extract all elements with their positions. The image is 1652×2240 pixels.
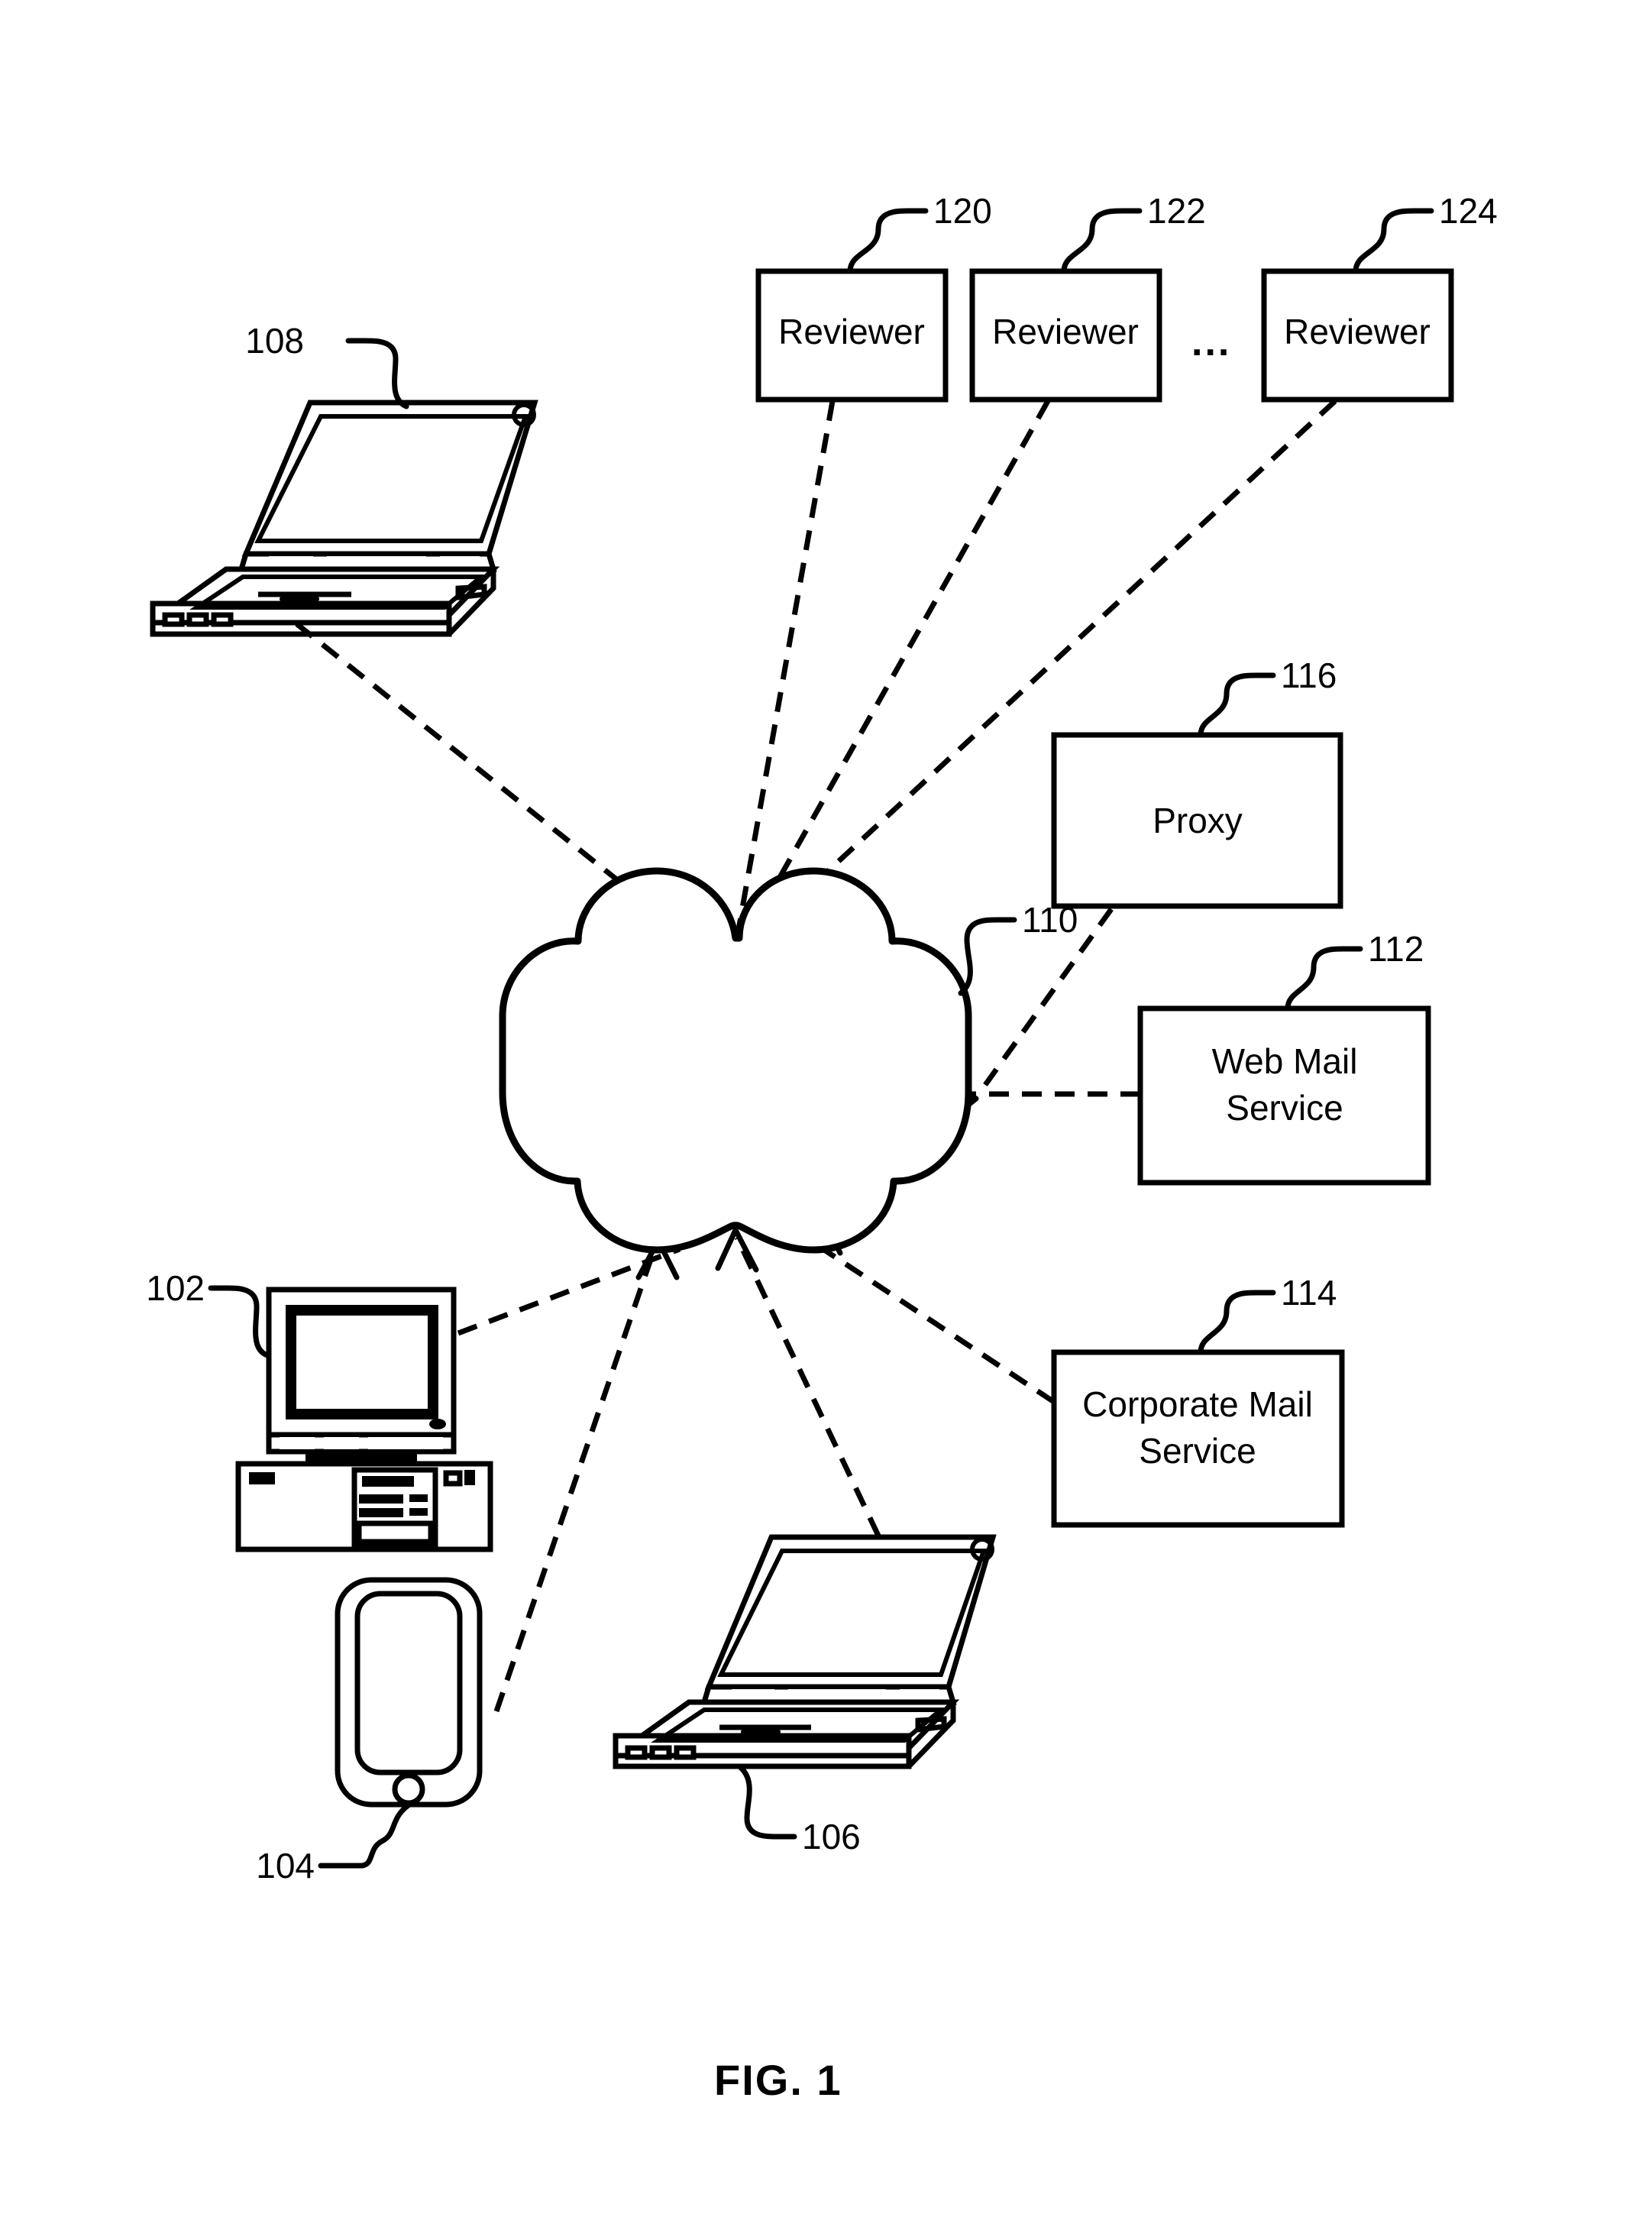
node-network-cloud[interactable]: 110 bbox=[499, 867, 1078, 1254]
node-mobile-phone[interactable]: 104 bbox=[256, 1577, 483, 1886]
desktop-ref-number: 102 bbox=[146, 1268, 205, 1308]
desktop-monitor-screen bbox=[296, 1316, 428, 1409]
patent-figure-page: Reviewer 120 Reviewer 122 ... Reviewer 1… bbox=[0, 0, 1652, 2240]
desktop-drive-button-1 bbox=[409, 1494, 428, 1502]
laptop-top-hinge-gap-1 bbox=[269, 556, 313, 566]
corporate-mail-label-line-2: Service bbox=[1139, 1431, 1256, 1471]
web-mail-label-line-1: Web Mail bbox=[1212, 1041, 1358, 1081]
laptop-bottom-led-3 bbox=[674, 1745, 697, 1760]
arrowhead-bottom-mid-cloud bbox=[715, 1227, 759, 1273]
reviewer-1-leader-line bbox=[847, 208, 929, 274]
connection-laptop-bottom-to-cloud bbox=[734, 1236, 881, 1537]
desktop-power-button[interactable] bbox=[443, 1470, 463, 1487]
laptop-bottom-hinge-gap-3 bbox=[900, 1689, 939, 1699]
node-web-mail-service[interactable]: Web Mail Service 112 bbox=[1137, 929, 1431, 1186]
figure-1-diagram: Reviewer 120 Reviewer 122 ... Reviewer 1… bbox=[146, 191, 1498, 2104]
reviewer-1-ref-number: 120 bbox=[933, 191, 992, 231]
cloud-shape[interactable] bbox=[499, 867, 972, 1254]
proxy-label: Proxy bbox=[1153, 801, 1243, 840]
connection-reviewer-1-to-cloud bbox=[734, 400, 836, 939]
corporate-mail-ref-number: 114 bbox=[1281, 1273, 1337, 1313]
laptop-top-led-2 bbox=[186, 612, 209, 627]
desktop-monitor-bar-gap-1 bbox=[280, 1437, 315, 1449]
desktop-reset-button[interactable] bbox=[464, 1470, 475, 1485]
node-laptop-top[interactable]: 108 bbox=[150, 321, 538, 637]
laptop-bottom-hinge-gap-1 bbox=[732, 1689, 774, 1699]
web-mail-ref-number: 112 bbox=[1368, 929, 1424, 969]
phone-leader-line bbox=[318, 1801, 412, 1869]
node-laptop-bottom[interactable]: 106 bbox=[613, 1534, 997, 1856]
laptop-bottom-led-2 bbox=[649, 1745, 672, 1760]
corporate-mail-leader-line bbox=[1198, 1290, 1276, 1355]
desktop-drive-button-2 bbox=[409, 1508, 428, 1516]
laptop-top-led-1 bbox=[162, 612, 185, 627]
reviewer-2-ref-number: 122 bbox=[1147, 191, 1206, 231]
desktop-monitor-bar-gap-2 bbox=[324, 1437, 359, 1449]
cloud-ref-number: 110 bbox=[1022, 900, 1078, 940]
desktop-drive-slot-4 bbox=[356, 1520, 434, 1545]
node-reviewer-2[interactable]: Reviewer 122 bbox=[969, 191, 1206, 403]
node-corporate-mail-service[interactable]: Corporate Mail Service 114 bbox=[1051, 1273, 1345, 1528]
laptop-top-leader-line bbox=[345, 338, 409, 409]
desktop-drive-slot-1 bbox=[362, 1476, 414, 1487]
reviewer-n-leader-line bbox=[1353, 208, 1434, 274]
desktop-drive-slot-2 bbox=[359, 1494, 403, 1504]
node-reviewer-1[interactable]: Reviewer 120 bbox=[755, 191, 992, 403]
laptop-bottom-hinge-gap-2 bbox=[788, 1689, 886, 1699]
connection-corporate-mail-to-cloud bbox=[793, 1228, 1056, 1404]
phone-screen[interactable] bbox=[354, 1591, 463, 1775]
reviewer-n-label: Reviewer bbox=[1284, 312, 1431, 351]
node-proxy[interactable]: Proxy 116 bbox=[1051, 655, 1343, 909]
web-mail-label-line-2: Service bbox=[1226, 1088, 1343, 1128]
laptop-bottom-led-1 bbox=[625, 1745, 648, 1760]
laptop-bottom-leader-line bbox=[736, 1763, 797, 1840]
corporate-mail-label-line-1: Corporate Mail bbox=[1082, 1384, 1313, 1424]
cloud-leader-line bbox=[958, 917, 1017, 996]
connection-reviewer-2-to-cloud bbox=[742, 400, 1051, 941]
phone-ref-number: 104 bbox=[256, 1846, 315, 1886]
web-mail-leader-line bbox=[1285, 946, 1363, 1012]
desktop-drive-slot-3 bbox=[359, 1508, 403, 1517]
laptop-top-hinge-gap-3 bbox=[440, 556, 480, 566]
laptop-top-hinge-gap-2 bbox=[327, 556, 426, 566]
desktop-case-badge bbox=[249, 1472, 275, 1484]
laptop-bottom-ref-number: 106 bbox=[802, 1817, 861, 1856]
proxy-leader-line bbox=[1198, 672, 1276, 738]
laptop-top-ref-number: 108 bbox=[245, 321, 304, 361]
laptop-top-led-3 bbox=[211, 612, 234, 627]
desktop-monitor-power-led bbox=[429, 1419, 446, 1429]
phone-home-button[interactable] bbox=[392, 1772, 425, 1806]
node-desktop-computer[interactable]: 102 bbox=[146, 1268, 493, 1552]
reviewer-1-label: Reviewer bbox=[778, 312, 925, 351]
reviewer-2-label: Reviewer bbox=[992, 312, 1139, 351]
desktop-leader-line bbox=[208, 1285, 270, 1358]
reviewer-ellipsis: ... bbox=[1191, 320, 1231, 364]
proxy-ref-number: 116 bbox=[1281, 655, 1337, 695]
node-reviewer-n[interactable]: Reviewer 124 bbox=[1261, 191, 1498, 403]
figure-caption: FIG. 1 bbox=[714, 2056, 842, 2104]
reviewer-n-ref-number: 124 bbox=[1439, 191, 1498, 231]
reviewer-2-leader-line bbox=[1061, 208, 1143, 274]
desktop-monitor-bar-gap-3 bbox=[368, 1437, 443, 1449]
